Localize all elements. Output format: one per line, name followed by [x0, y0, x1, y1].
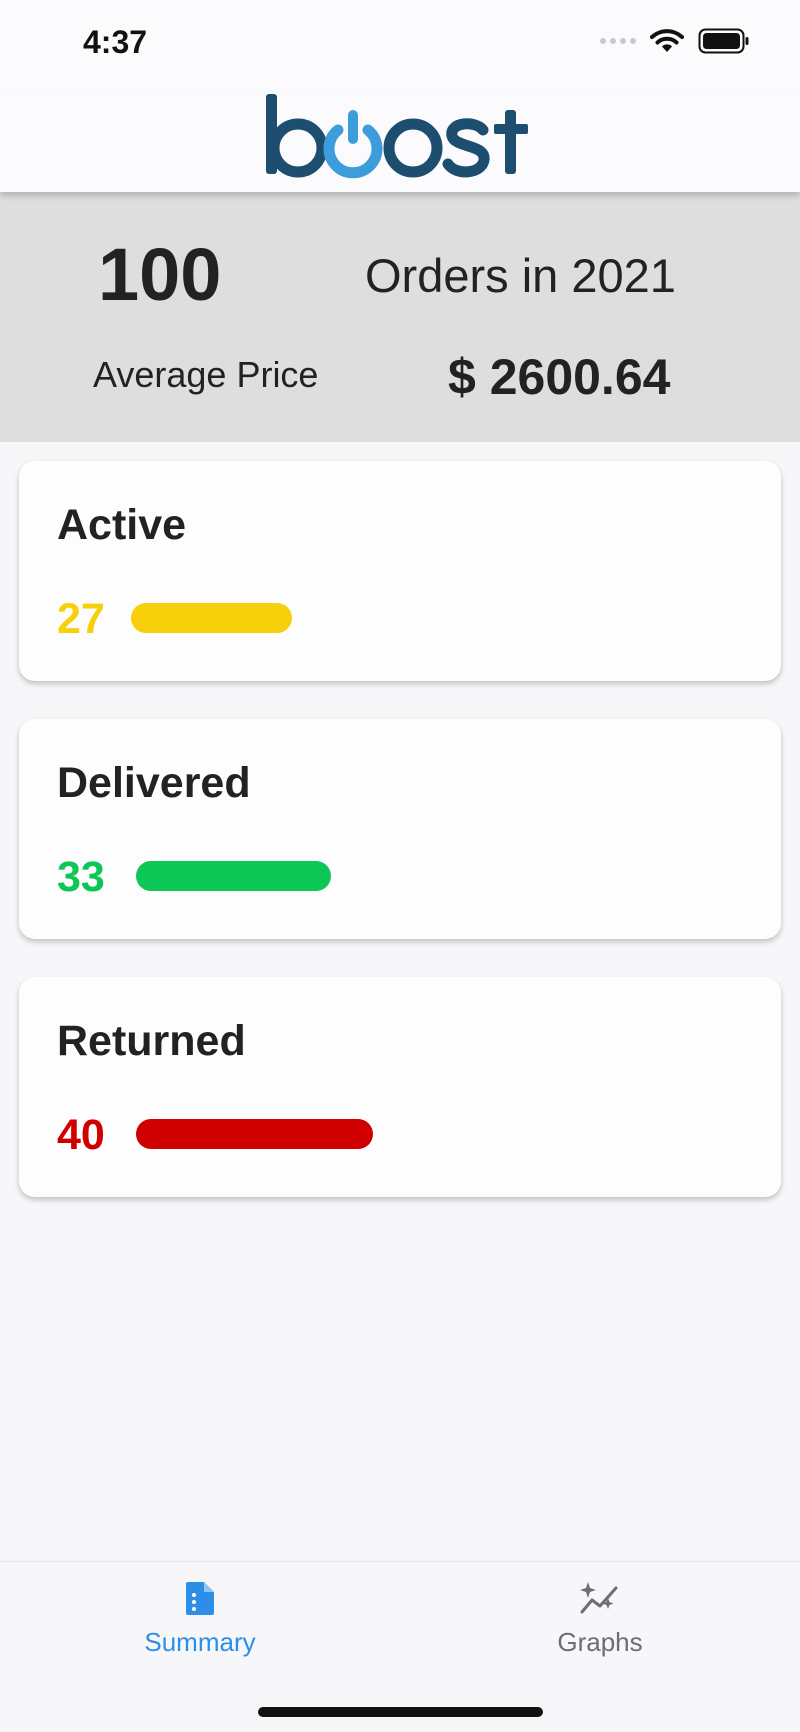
tab-label: Graphs: [557, 1627, 643, 1657]
average-price-value: $ 2600.64: [448, 349, 671, 405]
card-title: Returned: [57, 1017, 246, 1065]
delivered-progress-bar: [136, 861, 331, 891]
tab-summary[interactable]: Summary: [100, 1580, 300, 1658]
summary-band: 100 Orders in 2021 Average Price $ 2600.…: [0, 192, 800, 442]
status-time: 4:37: [83, 24, 148, 60]
card-active[interactable]: Active 27: [19, 461, 781, 681]
active-progress-bar: [131, 603, 292, 633]
status-bar: 4:37: [0, 0, 800, 92]
sparkle-chart-icon: [580, 1582, 618, 1614]
status-icons: [600, 28, 750, 54]
app-header: boost: [0, 92, 800, 192]
home-indicator: [258, 1707, 543, 1717]
card-title: Delivered: [57, 759, 251, 807]
card-count: 27: [57, 595, 105, 643]
average-price-label: Average Price: [93, 354, 319, 395]
tab-label: Summary: [144, 1627, 256, 1657]
card-count: 40: [57, 1111, 105, 1159]
card-count: 33: [57, 853, 105, 901]
signal-dots-icon: [600, 38, 636, 44]
tab-graphs[interactable]: Graphs: [500, 1580, 700, 1658]
wifi-icon: [650, 29, 684, 52]
orders-label: Orders in 2021: [365, 249, 676, 302]
orders-count: 100: [98, 233, 222, 316]
returned-progress-bar: [136, 1119, 373, 1149]
boost-logo: boost: [266, 94, 528, 179]
card-title: Active: [57, 501, 187, 549]
card-delivered[interactable]: Delivered 33: [19, 719, 781, 939]
card-returned[interactable]: Returned 40: [19, 977, 781, 1197]
battery-icon: [698, 28, 749, 54]
document-icon: [186, 1582, 214, 1615]
